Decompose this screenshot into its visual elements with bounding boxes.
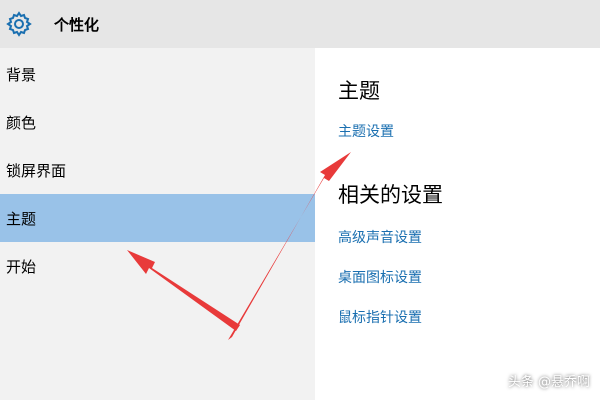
- desktop-icon-settings-link[interactable]: 桌面图标设置: [338, 267, 422, 287]
- sidebar-item-background[interactable]: 背景: [0, 50, 315, 98]
- sidebar-item-label: 主题: [6, 209, 37, 228]
- advanced-sound-settings-link[interactable]: 高级声音设置: [338, 227, 422, 247]
- sidebar-item-label: 背景: [6, 65, 37, 84]
- watermark-text: 头条 @悬乔啊: [507, 375, 590, 390]
- section-heading-related-settings: 相关的设置: [338, 183, 443, 207]
- sidebar-item-start[interactable]: 开始: [0, 242, 315, 290]
- mouse-pointer-settings-link[interactable]: 鼠标指针设置: [338, 307, 422, 327]
- sidebar-item-themes[interactable]: 主题: [0, 194, 315, 242]
- sidebar-item-label: 颜色: [6, 113, 37, 132]
- gear-icon[interactable]: [6, 11, 32, 37]
- sidebar-item-label: 锁屏界面: [6, 161, 67, 180]
- page-title: 个性化: [54, 16, 100, 34]
- camera-icon: [490, 375, 506, 387]
- sidebar: 背景 颜色 锁屏界面 主题 开始: [0, 48, 315, 400]
- sidebar-item-label: 开始: [6, 257, 37, 276]
- title-bar: 个性化: [0, 0, 600, 48]
- sidebar-item-lock-screen[interactable]: 锁屏界面: [0, 146, 315, 194]
- section-heading-themes: 主题: [338, 79, 380, 103]
- sidebar-item-colors[interactable]: 颜色: [0, 98, 315, 146]
- theme-settings-link[interactable]: 主题设置: [338, 121, 394, 141]
- main-content: 主题 主题设置 相关的设置 高级声音设置 桌面图标设置 鼠标指针设置: [315, 48, 600, 400]
- watermark: 头条 @悬乔啊: [490, 371, 590, 390]
